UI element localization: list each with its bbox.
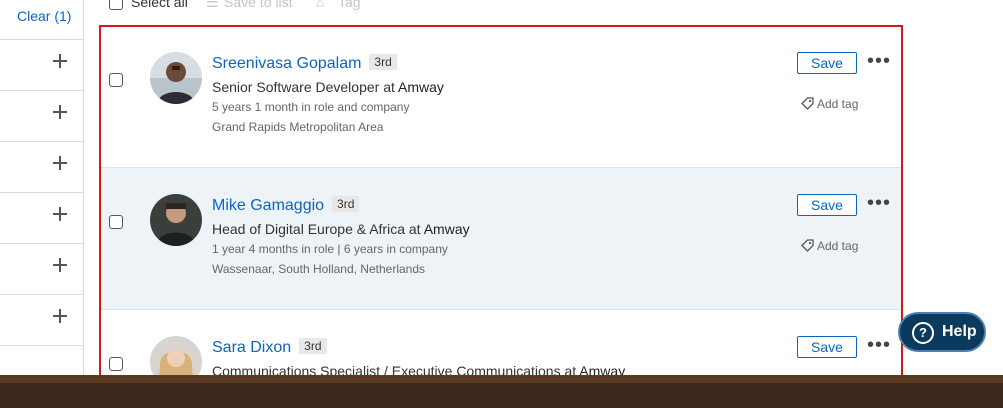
add-tag-button[interactable]: Add tag bbox=[801, 97, 858, 111]
result-checkbox[interactable] bbox=[109, 215, 123, 229]
tenure-text: 1 year 4 months in role | 6 years in com… bbox=[212, 242, 448, 256]
job-title: Head of Digital Europe & Africa at Amway bbox=[212, 221, 470, 237]
save-to-list-button[interactable]: Save to list bbox=[224, 0, 292, 10]
bulk-toolbar: Select all ☰ Save to list ⌂ Tag bbox=[100, 0, 904, 26]
degree-badge: 3rd bbox=[332, 196, 360, 212]
tag-icon: ⌂ bbox=[316, 0, 325, 10]
plus-icon[interactable] bbox=[53, 258, 67, 272]
avatar[interactable] bbox=[150, 194, 202, 246]
filter-row[interactable] bbox=[0, 39, 83, 91]
at-text: at bbox=[383, 79, 395, 95]
plus-icon[interactable] bbox=[53, 54, 67, 68]
filter-row[interactable] bbox=[0, 90, 83, 142]
degree-badge: 3rd bbox=[369, 54, 397, 70]
filter-panel: Clear (1) bbox=[0, 0, 84, 375]
more-icon[interactable]: ••• bbox=[867, 51, 891, 71]
profile-name[interactable]: Sara Dixon bbox=[212, 339, 291, 356]
company-name: Amway bbox=[579, 363, 626, 375]
plus-icon[interactable] bbox=[53, 105, 67, 119]
help-label: Help bbox=[942, 323, 977, 340]
at-text: at bbox=[408, 221, 421, 237]
result-card: Sreenivasa Gopalam 3rd Senior Software De… bbox=[101, 26, 901, 168]
filter-divider bbox=[0, 345, 83, 376]
add-tag-button[interactable]: Add tag bbox=[801, 239, 858, 253]
add-tag-label: Add tag bbox=[817, 97, 859, 111]
plus-icon[interactable] bbox=[53, 309, 67, 323]
help-icon: ? bbox=[912, 322, 934, 344]
profile-name-link[interactable]: Mike Gamaggio 3rd bbox=[212, 196, 360, 215]
profile-name[interactable]: Sreenivasa Gopalam bbox=[212, 55, 361, 72]
role-text: Senior Software Developer bbox=[212, 79, 380, 95]
taskbar-edge bbox=[0, 375, 1003, 383]
plus-icon[interactable] bbox=[53, 207, 67, 221]
profile-name-link[interactable]: Sreenivasa Gopalam 3rd bbox=[212, 54, 397, 73]
avatar[interactable] bbox=[150, 52, 202, 104]
tag-button[interactable]: Tag bbox=[338, 0, 361, 10]
filter-row[interactable] bbox=[0, 141, 83, 193]
avatar[interactable] bbox=[150, 336, 202, 375]
profile-name-link[interactable]: Sara Dixon 3rd bbox=[212, 338, 327, 357]
filter-row[interactable] bbox=[0, 192, 83, 244]
result-card: Mike Gamaggio 3rd Head of Digital Europe … bbox=[101, 168, 901, 310]
help-button[interactable]: ? Help bbox=[898, 312, 986, 352]
role-text: Head of Digital Europe & Africa bbox=[212, 221, 405, 237]
tag-icon bbox=[801, 239, 814, 252]
role-text: Communications Specialist / Executive Co… bbox=[212, 363, 561, 375]
clear-filters-link[interactable]: Clear (1) bbox=[17, 8, 71, 24]
profile-name[interactable]: Mike Gamaggio bbox=[212, 197, 324, 214]
location-text: Wassenaar, South Holland, Netherlands bbox=[212, 262, 426, 276]
select-all-checkbox[interactable] bbox=[109, 0, 123, 10]
at-text: at bbox=[564, 363, 577, 375]
more-icon[interactable]: ••• bbox=[867, 193, 891, 213]
tag-icon bbox=[801, 97, 814, 110]
save-button[interactable]: Save bbox=[797, 194, 857, 216]
location-text: Grand Rapids Metropolitan Area bbox=[212, 120, 384, 134]
save-button[interactable]: Save bbox=[797, 52, 857, 74]
plus-icon[interactable] bbox=[53, 156, 67, 170]
result-checkbox[interactable] bbox=[109, 357, 123, 371]
company-name: Amway bbox=[398, 79, 444, 95]
more-icon[interactable]: ••• bbox=[867, 335, 891, 355]
tenure-text: 5 years 1 month in role and company bbox=[212, 100, 410, 114]
result-checkbox[interactable] bbox=[109, 73, 123, 87]
save-button[interactable]: Save bbox=[797, 336, 857, 358]
job-title: Senior Software Developer at Amway bbox=[212, 79, 444, 95]
job-title: Communications Specialist / Executive Co… bbox=[212, 363, 625, 375]
select-all-label[interactable]: Select all bbox=[131, 0, 188, 10]
degree-badge: 3rd bbox=[299, 338, 327, 354]
taskbar bbox=[0, 375, 1003, 408]
filter-row[interactable] bbox=[0, 294, 83, 346]
filter-row[interactable] bbox=[0, 243, 83, 295]
list-icon: ☰ bbox=[206, 0, 219, 10]
result-card: Sara Dixon 3rd Communications Specialist … bbox=[101, 310, 901, 375]
company-name: Amway bbox=[423, 221, 470, 237]
add-tag-label: Add tag bbox=[817, 239, 859, 253]
